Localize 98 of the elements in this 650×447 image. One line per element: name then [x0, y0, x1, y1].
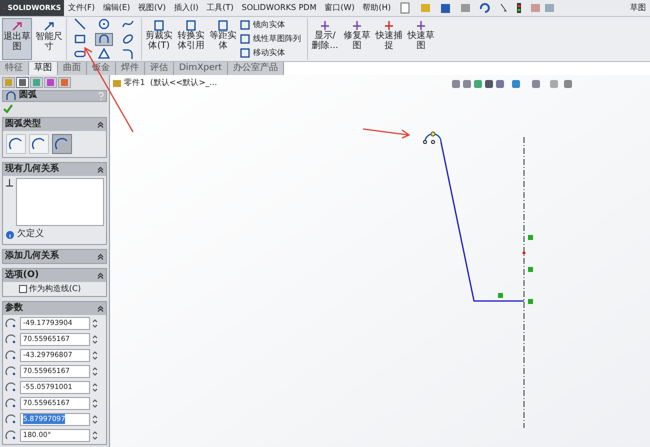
menu-item[interactable]: 工具(T)	[202, 2, 238, 14]
ribbon-tab[interactable]: 办公室产品	[228, 62, 284, 75]
collapse-icon[interactable]	[97, 304, 104, 312]
section-title: 现有几何关系	[5, 163, 59, 176]
ok-check-icon[interactable]	[3, 104, 13, 113]
tool-icon	[217, 20, 229, 31]
ribbon-tab[interactable]: 曲面	[58, 62, 87, 75]
section-header[interactable]: 选项(O)	[3, 268, 106, 282]
spinner-icon[interactable]	[92, 318, 98, 328]
parameter-icon	[5, 366, 18, 376]
section-title: 选项(O)	[5, 268, 39, 282]
ellipse-icon	[122, 33, 134, 45]
section-header[interactable]: 参数	[3, 302, 106, 314]
spinner-icon[interactable]	[92, 414, 98, 424]
ribbon-button[interactable]: 智能尺寸	[34, 18, 64, 60]
menu-item[interactable]: 视图(V)	[134, 2, 170, 14]
spinner-icon[interactable]	[92, 334, 98, 344]
tool-icon	[153, 20, 165, 31]
part-icon	[112, 78, 122, 88]
section-header[interactable]: 现有几何关系	[3, 163, 106, 176]
collapse-icon[interactable]	[97, 121, 104, 128]
pointer-arrow	[362, 127, 412, 139]
tool-icon	[383, 20, 395, 31]
exit-sketch-icon	[11, 21, 23, 32]
spinner-icon[interactable]	[92, 430, 98, 440]
tool-icon	[319, 20, 331, 31]
checkbox-label: 作为构造线(C)	[29, 282, 81, 294]
relation-icon	[5, 178, 14, 187]
arc-icon	[98, 33, 110, 45]
panel-tab[interactable]	[16, 77, 29, 88]
sketch-tool-button[interactable]	[95, 48, 113, 60]
ribbon-button[interactable]: 退出草图	[2, 18, 32, 60]
sketch-tool-button[interactable]	[95, 32, 113, 46]
tool-icon	[415, 20, 427, 31]
ribbon-button[interactable]: 等距实体	[208, 18, 238, 60]
menu-item[interactable]: 文件(F)	[64, 2, 99, 14]
arc-icon	[5, 90, 17, 102]
menu-item[interactable]: 编辑(E)	[98, 2, 134, 14]
ribbon-button[interactable]: 线性草图阵列	[240, 33, 301, 45]
menu-item[interactable]: 插入(I)	[170, 2, 202, 14]
parameter-icon	[5, 382, 18, 392]
center-arc-icon	[9, 137, 23, 151]
spinner-icon[interactable]	[92, 398, 98, 408]
arc-type-button[interactable]	[29, 134, 49, 154]
ribbon-button[interactable]: 移动实体	[240, 47, 301, 59]
ribbon-button[interactable]: 剪裁实体(T)	[144, 18, 174, 60]
section-title: 参数	[5, 302, 23, 314]
fillet-icon	[122, 48, 134, 60]
menu-item[interactable]: SOLIDWORKS PDM	[238, 2, 320, 14]
ribbon-tab[interactable]: 评估	[145, 62, 174, 75]
ribbon-button[interactable]: 转换实体引用	[176, 18, 206, 60]
ribbon-tab[interactable]: 焊件	[116, 62, 145, 75]
tangent-arc-icon	[32, 137, 46, 151]
status-text: 欠定义	[17, 228, 44, 241]
tool-icon	[185, 20, 197, 31]
section-title: 添加几何关系	[5, 250, 59, 262]
spline-icon	[122, 18, 134, 30]
collapse-icon[interactable]	[97, 252, 104, 260]
parameter-icon	[5, 318, 18, 328]
checkbox[interactable]	[19, 284, 27, 292]
parameter-icon	[5, 350, 18, 360]
arc-type-button[interactable]	[6, 134, 26, 154]
collapse-icon[interactable]	[97, 166, 104, 173]
parameter-icon	[5, 414, 18, 424]
section-header[interactable]: 圆弧类型	[3, 118, 106, 131]
menu-item[interactable]: 窗口(W)	[320, 2, 359, 14]
slot-icon	[74, 48, 86, 60]
panel-title: 圆弧	[19, 89, 37, 102]
ribbon-button[interactable]: 快速草图	[406, 18, 436, 60]
parameter-icon	[5, 430, 18, 440]
tree-item[interactable]: 零件1 (默认<<默认>_...	[124, 77, 218, 89]
section-header[interactable]: 添加几何关系	[3, 250, 106, 262]
ribbon-button[interactable]: 修复草图	[342, 18, 372, 60]
circle-icon	[98, 18, 110, 30]
ribbon-button[interactable]: 镜向实体	[240, 19, 301, 31]
tool-icon	[351, 20, 363, 31]
parameter-icon	[5, 334, 18, 344]
collapse-icon[interactable]	[97, 272, 104, 278]
menu-item[interactable]: 帮助(H)	[358, 2, 395, 14]
spinner-icon[interactable]	[92, 382, 98, 392]
section-title: 圆弧类型	[5, 118, 41, 131]
ribbon-button[interactable]: 快速捕捉	[374, 18, 404, 60]
three-point-arc-icon	[55, 137, 69, 151]
spinner-icon[interactable]	[92, 366, 98, 376]
rectangle-icon	[74, 33, 86, 45]
info-icon	[6, 230, 14, 239]
spinner-icon[interactable]	[92, 350, 98, 360]
ribbon-tab[interactable]: 特征	[0, 62, 29, 75]
ribbon-button[interactable]: 显示/删除...	[310, 18, 340, 60]
panel-tab[interactable]	[44, 77, 57, 88]
line-icon	[74, 18, 86, 30]
dimension-icon	[43, 21, 55, 32]
mode-label: 草图	[630, 2, 647, 14]
parameter-icon	[5, 398, 18, 408]
polygon-icon	[98, 48, 110, 60]
ribbon-tab[interactable]: DimXpert	[174, 62, 228, 75]
arc-type-button[interactable]	[52, 134, 72, 154]
ribbon-tab[interactable]: 草图	[29, 62, 58, 75]
